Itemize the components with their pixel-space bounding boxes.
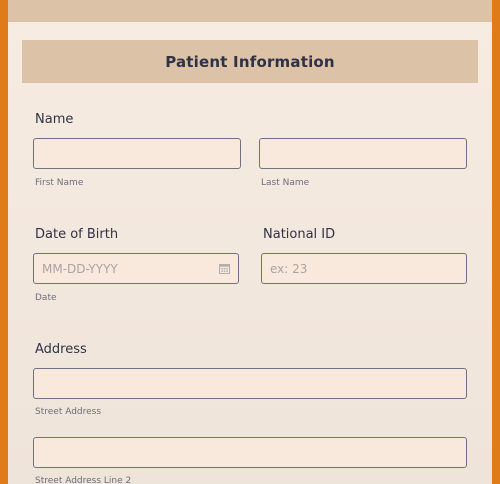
calendar-icon[interactable]	[219, 263, 230, 274]
section-header: Patient Information	[22, 40, 478, 83]
frame-right-border	[492, 0, 500, 484]
dob-input[interactable]: MM-DD-YYYY	[33, 253, 239, 284]
last-name-input[interactable]	[259, 138, 467, 169]
form-card: Patient Information Name First Name Last…	[8, 0, 492, 484]
top-bar	[8, 0, 492, 24]
national-id-input[interactable]: ex: 23	[261, 253, 467, 284]
dob-sublabel: Date	[35, 293, 57, 303]
section-title: Patient Information	[165, 52, 335, 71]
street-address-line2-sublabel: Street Address Line 2	[35, 476, 132, 484]
first-name-input[interactable]	[33, 138, 241, 169]
first-name-sublabel: First Name	[35, 178, 84, 188]
national-id-label: National ID	[263, 227, 336, 242]
last-name-sublabel: Last Name	[261, 178, 310, 188]
street-address-sublabel: Street Address	[35, 407, 102, 417]
frame-left-border	[0, 0, 8, 484]
name-label: Name	[35, 112, 74, 127]
street-address-line2-input[interactable]	[33, 437, 467, 468]
dob-placeholder: MM-DD-YYYY	[42, 261, 118, 276]
address-label: Address	[35, 342, 87, 357]
national-id-placeholder: ex: 23	[270, 261, 308, 276]
street-address-input[interactable]	[33, 368, 467, 399]
dob-label: Date of Birth	[35, 227, 119, 242]
